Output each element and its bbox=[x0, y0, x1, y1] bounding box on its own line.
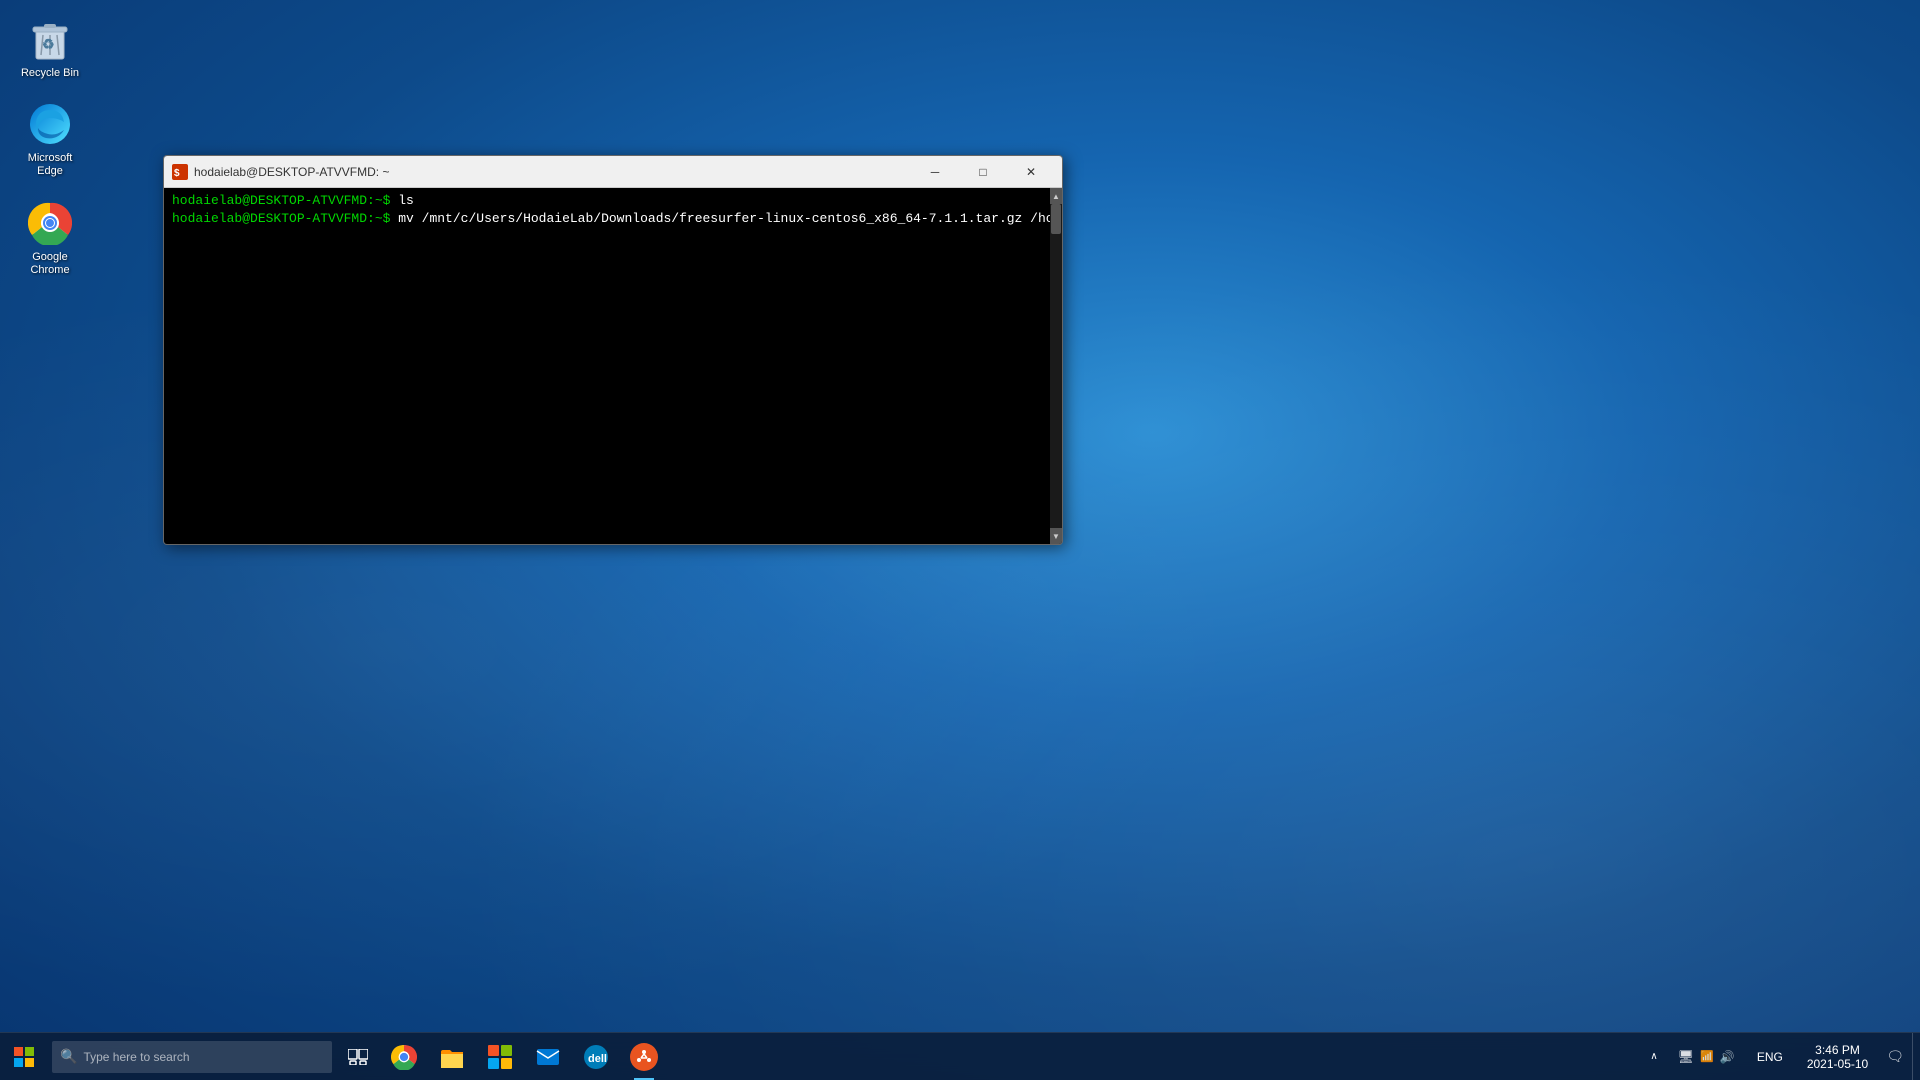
edge-label: Microsoft Edge bbox=[15, 152, 85, 178]
taskbar-apps: dell bbox=[380, 1033, 668, 1080]
chrome-label: Google Chrome bbox=[15, 251, 85, 277]
ubuntu-icon bbox=[630, 1043, 658, 1071]
clock-date: 2021-05-10 bbox=[1807, 1057, 1868, 1071]
network-icon: 🖥 bbox=[1678, 1049, 1695, 1065]
taskbar-mail[interactable] bbox=[524, 1033, 572, 1080]
terminal-title: hodaielab@DESKTOP-ATVVFMD: ~ bbox=[194, 165, 912, 179]
terminal-cmd-2: mv /mnt/c/Users/HodaieLab/Downloads/free… bbox=[398, 211, 1050, 226]
recycle-bin-icon[interactable]: ♻ Recycle Bin bbox=[10, 10, 90, 85]
svg-text:♻: ♻ bbox=[42, 36, 55, 52]
terminal-titlebar: $ hodaielab@DESKTOP-ATVVFMD: ~ ─ □ ✕ bbox=[164, 156, 1062, 188]
scrollbar-down-arrow[interactable]: ▼ bbox=[1050, 528, 1062, 544]
terminal-body[interactable]: hodaielab@DESKTOP-ATVVFMD:~$ ls hodaiela… bbox=[164, 188, 1062, 544]
chrome-image bbox=[26, 199, 74, 247]
start-button[interactable] bbox=[0, 1033, 48, 1080]
terminal-minimize-button[interactable]: ─ bbox=[912, 156, 958, 188]
microsoft-edge-icon[interactable]: Microsoft Edge bbox=[10, 95, 90, 183]
terminal-line-2: hodaielab@DESKTOP-ATVVFMD:~$ mv /mnt/c/U… bbox=[172, 210, 1042, 228]
show-desktop-button[interactable] bbox=[1912, 1033, 1920, 1080]
terminal-maximize-button[interactable]: □ bbox=[960, 156, 1006, 188]
taskbar: 🔍 Type here to search bbox=[0, 1032, 1920, 1080]
taskbar-search[interactable]: 🔍 Type here to search bbox=[52, 1041, 332, 1073]
chevron-up-icon: ∧ bbox=[1646, 1051, 1661, 1062]
system-tray-icons[interactable]: 🖥 📶 🔊 bbox=[1670, 1033, 1743, 1080]
taskbar-right: ∧ 🖥 📶 🔊 ENG 3:46 PM 2021-05-10 🗨 bbox=[1638, 1033, 1920, 1080]
terminal-prompt-2: hodaielab@DESKTOP-ATVVFMD:~$ bbox=[172, 211, 390, 226]
taskbar-clock[interactable]: 3:46 PM 2021-05-10 bbox=[1797, 1033, 1878, 1080]
taskbar-dell[interactable]: dell bbox=[572, 1033, 620, 1080]
taskbar-store[interactable] bbox=[476, 1033, 524, 1080]
terminal-app-icon: $ bbox=[172, 164, 188, 180]
desktop: ♻ Recycle Bin bbox=[0, 0, 1920, 1080]
recycle-bin-image: ♻ bbox=[26, 15, 74, 63]
recycle-bin-label: Recycle Bin bbox=[21, 67, 79, 80]
taskbar-chrome[interactable] bbox=[380, 1033, 428, 1080]
terminal-cmd-1: ls bbox=[398, 193, 414, 208]
terminal-window[interactable]: $ hodaielab@DESKTOP-ATVVFMD: ~ ─ □ ✕ hod… bbox=[163, 155, 1063, 545]
search-placeholder: Type here to search bbox=[83, 1050, 189, 1064]
terminal-prompt-1: hodaielab@DESKTOP-ATVVFMD:~$ bbox=[172, 193, 390, 208]
svg-text:dell: dell bbox=[588, 1053, 607, 1065]
show-hidden-icons[interactable]: ∧ bbox=[1638, 1033, 1669, 1080]
scrollbar-up-arrow[interactable]: ▲ bbox=[1050, 188, 1062, 204]
taskbar-ubuntu[interactable] bbox=[620, 1033, 668, 1080]
svg-text:$: $ bbox=[174, 168, 180, 179]
terminal-scrollbar[interactable]: ▲ ▼ bbox=[1050, 188, 1062, 544]
search-icon: 🔍 bbox=[60, 1048, 77, 1065]
terminal-close-button[interactable]: ✕ bbox=[1008, 156, 1054, 188]
taskbar-file-explorer[interactable] bbox=[428, 1033, 476, 1080]
scrollbar-thumb[interactable] bbox=[1051, 204, 1061, 234]
desktop-icons: ♻ Recycle Bin bbox=[10, 10, 90, 282]
notification-center[interactable]: 🗨 bbox=[1878, 1033, 1912, 1080]
language-selector[interactable]: ENG bbox=[1743, 1033, 1797, 1080]
edge-image bbox=[26, 100, 74, 148]
terminal-content[interactable]: hodaielab@DESKTOP-ATVVFMD:~$ ls hodaiela… bbox=[164, 188, 1050, 544]
clock-time: 3:46 PM bbox=[1815, 1043, 1860, 1057]
task-view-button[interactable] bbox=[336, 1033, 380, 1080]
volume-icon: 🔊 bbox=[1720, 1050, 1735, 1064]
network-connected-icon: 📶 bbox=[1700, 1050, 1714, 1063]
google-chrome-icon[interactable]: Google Chrome bbox=[10, 194, 90, 282]
terminal-line-1: hodaielab@DESKTOP-ATVVFMD:~$ ls bbox=[172, 192, 1042, 210]
terminal-controls: ─ □ ✕ bbox=[912, 156, 1054, 188]
language-label: ENG bbox=[1751, 1050, 1789, 1064]
notification-icon: 🗨 bbox=[1886, 1048, 1904, 1065]
scrollbar-track[interactable] bbox=[1050, 204, 1062, 528]
